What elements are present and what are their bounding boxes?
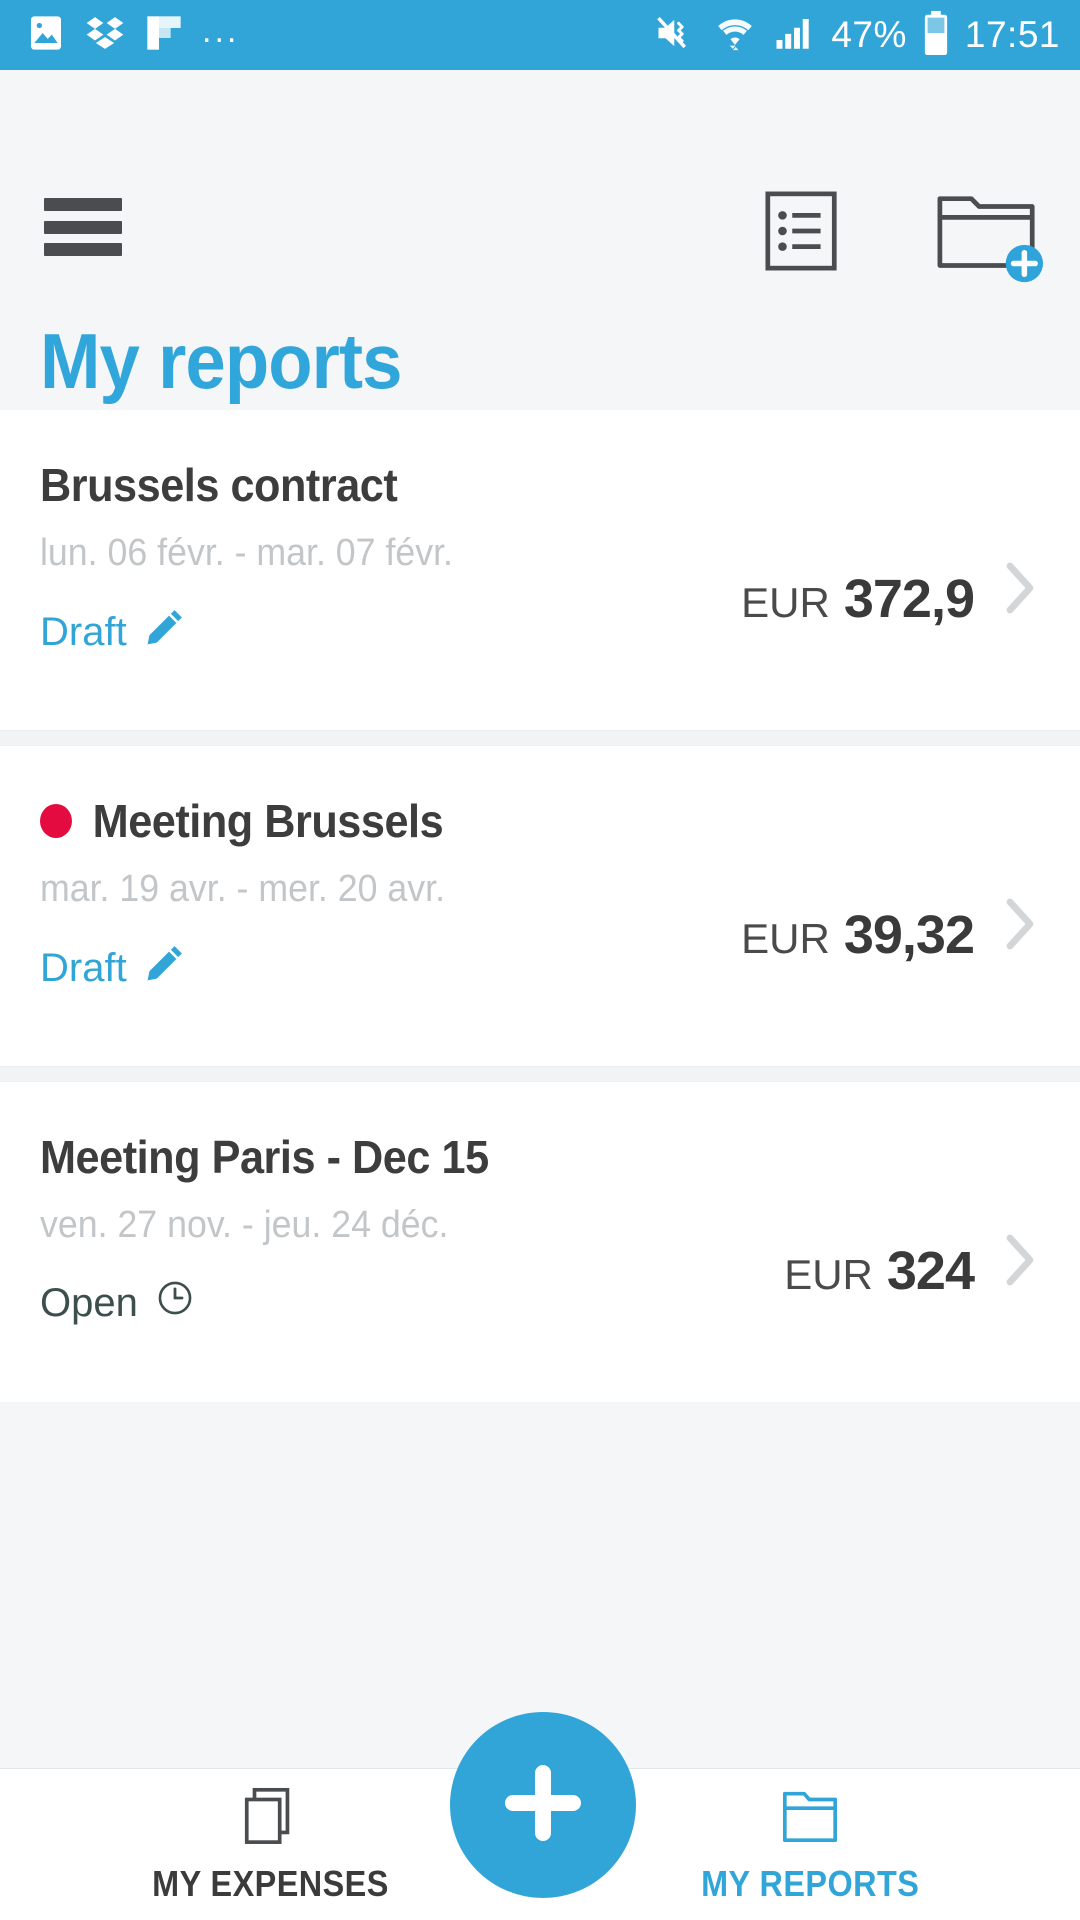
report-title: Brussels contract — [40, 459, 398, 511]
reports-list: Brussels contract lun. 06 févr. - mar. 0… — [0, 410, 1080, 1402]
hamburger-bar — [44, 198, 122, 211]
table-row[interactable]: Meeting Paris - Dec 15 ven. 27 nov. - je… — [0, 1082, 1080, 1402]
chevron-right-icon[interactable] — [1004, 560, 1038, 616]
currency-label: EUR — [741, 915, 830, 962]
pencil-icon — [143, 605, 187, 659]
new-folder-icon[interactable] — [934, 188, 1044, 289]
table-row[interactable]: Brussels contract lun. 06 févr. - mar. 0… — [0, 410, 1080, 730]
overflow-dots-icon: ... — [202, 11, 240, 50]
hamburger-bar — [44, 220, 122, 234]
clock-time-label: 17:51 — [964, 14, 1060, 55]
hamburger-menu-icon[interactable] — [44, 198, 122, 256]
pencil-icon — [143, 941, 187, 995]
tab-label: MY EXPENSES — [151, 1863, 389, 1904]
folder-icon — [777, 1784, 843, 1851]
report-title: Meeting Paris - Dec 15 — [40, 1131, 489, 1183]
status-bar: ... 47% 17:51 — [0, 0, 1080, 70]
tab-label: MY REPORTS — [700, 1863, 920, 1904]
signal-icon — [771, 12, 817, 59]
clock-icon — [154, 1277, 196, 1329]
table-row[interactable]: Meeting Brussels mar. 19 avr. - mer. 20 … — [0, 746, 1080, 1066]
add-button[interactable] — [450, 1712, 636, 1898]
mute-vibrate-icon — [653, 12, 699, 59]
report-amount: EUR 39,32 — [741, 904, 975, 966]
alert-dot-icon — [40, 804, 72, 838]
report-title-row: Brussels contract — [40, 458, 980, 512]
report-amount: EUR 324 — [784, 1240, 975, 1302]
hamburger-bar — [44, 243, 122, 256]
app-header: My reports — [0, 70, 1080, 410]
empty-list-area — [0, 1402, 1080, 1702]
chevron-right-icon[interactable] — [1004, 896, 1038, 952]
amount-value: 39,32 — [843, 905, 975, 965]
amount-value: 372,9 — [843, 569, 975, 629]
status-label: Open — [40, 1280, 138, 1325]
list-separator — [0, 1066, 1080, 1082]
battery-icon — [921, 10, 951, 61]
status-bar-left-icons: ... — [26, 13, 653, 58]
plus-icon — [495, 1755, 591, 1856]
dropbox-icon — [84, 13, 126, 58]
flipboard-icon — [144, 13, 184, 58]
report-title-row: Meeting Paris - Dec 15 — [40, 1130, 980, 1184]
list-separator — [0, 730, 1080, 746]
wifi-icon — [713, 12, 757, 59]
list-view-icon[interactable] — [760, 188, 846, 279]
chevron-right-icon[interactable] — [1004, 1232, 1038, 1288]
status-bar-right-icons: 47% 17:51 — [653, 10, 1060, 61]
report-amount: EUR 372,9 — [741, 568, 975, 630]
page-title: My reports — [40, 317, 402, 405]
photo-icon — [26, 13, 66, 58]
header-actions — [760, 188, 1044, 289]
report-title-row: Meeting Brussels — [40, 794, 980, 848]
battery-percent-label: 47% — [831, 14, 907, 55]
report-title: Meeting Brussels — [92, 795, 444, 847]
status-label: Draft — [40, 945, 127, 990]
currency-label: EUR — [784, 1251, 873, 1298]
amount-value: 324 — [886, 1241, 975, 1301]
status-label: Draft — [40, 609, 127, 654]
currency-label: EUR — [741, 579, 830, 626]
stacked-pages-icon — [237, 1784, 303, 1851]
